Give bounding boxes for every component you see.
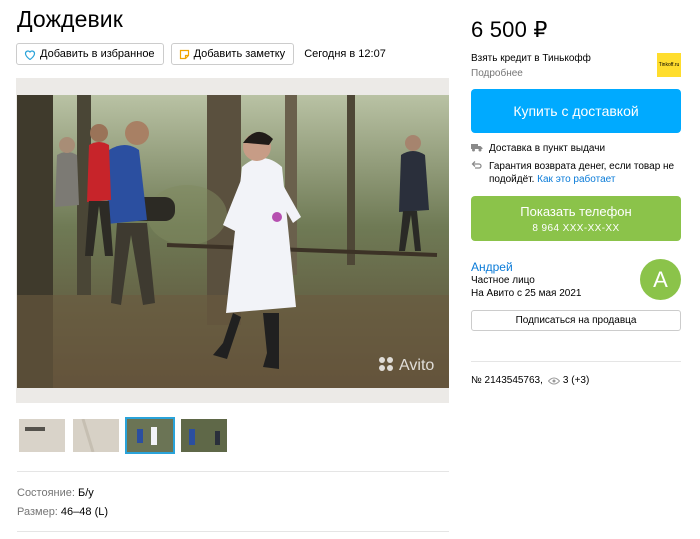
buy-with-delivery-button[interactable]: Купить с доставкой [471,89,681,133]
thumbnail-2[interactable] [71,417,121,454]
divider [471,361,681,362]
watermark-text: Avito [399,357,434,374]
thumbnail-4[interactable] [179,417,229,454]
add-to-favorites-label: Добавить в избранное [40,48,155,60]
view-count: 3 (+3) [562,375,590,386]
subscribe-seller-button[interactable]: Подписаться на продавца [471,310,681,331]
divider [17,531,449,532]
param-condition-value: Б/у [78,487,94,499]
forest-photo: Avito [17,95,449,388]
credit-more-link[interactable]: Подробнее [471,68,523,79]
tinkoff-logo[interactable]: Tinkoff.ru [657,53,681,77]
param-size-value: 46–48 (L) [60,506,109,518]
delivery-text: Доставка в пункт выдачи [489,143,606,154]
eye-icon [547,377,560,384]
seller-name[interactable]: Андрей [471,260,513,274]
price: 6 500 ₽ [471,17,548,42]
posted-date: Сегодня в 12:07 [304,48,386,60]
seller-type: Частное лицо [471,275,535,286]
add-note-button[interactable]: Добавить заметку [170,43,295,65]
credit-offer[interactable]: Взять кредит в Тинькофф [471,53,591,64]
divider [17,471,449,472]
note-icon [179,49,189,59]
param-condition-key: Состояние: [17,487,78,499]
listing-actions: Добавить в избранное Добавить заметку Се… [16,43,386,65]
show-phone-label: Показать телефон [520,204,632,219]
heart-icon [24,49,36,60]
param-size: Размер: 46–48 (L) [17,506,108,518]
thumbnail-3-selected[interactable] [125,417,175,454]
seller-avatar[interactable]: А [640,259,681,300]
main-photo[interactable]: Avito [17,95,449,388]
listing-meta: № 2143545763, 3 (+3) [471,375,589,386]
masked-phone: 8 964 XXX-XX-XX [532,223,620,234]
delivery-info: Доставка в пункт выдачи [471,142,605,156]
page-title: Дождевик [17,6,123,32]
add-note-label: Добавить заметку [193,48,286,60]
seller-since: На Авито с 25 мая 2021 [471,288,582,299]
add-to-favorites-button[interactable]: Добавить в избранное [16,43,164,65]
return-arrow-icon [471,160,489,186]
truck-icon [471,142,489,156]
listing-id: № 2143545763, [471,375,543,386]
guarantee-info: Гарантия возврата денег, если товар не п… [471,160,681,186]
param-size-key: Размер: [17,506,61,518]
how-it-works-link[interactable]: Как это работает [537,174,615,185]
thumbnail-1[interactable] [17,417,67,454]
param-condition: Состояние: Б/у [17,487,94,499]
photo-thumbnails [17,417,229,454]
show-phone-button[interactable]: Показать телефон 8 964 XXX-XX-XX [471,196,681,241]
